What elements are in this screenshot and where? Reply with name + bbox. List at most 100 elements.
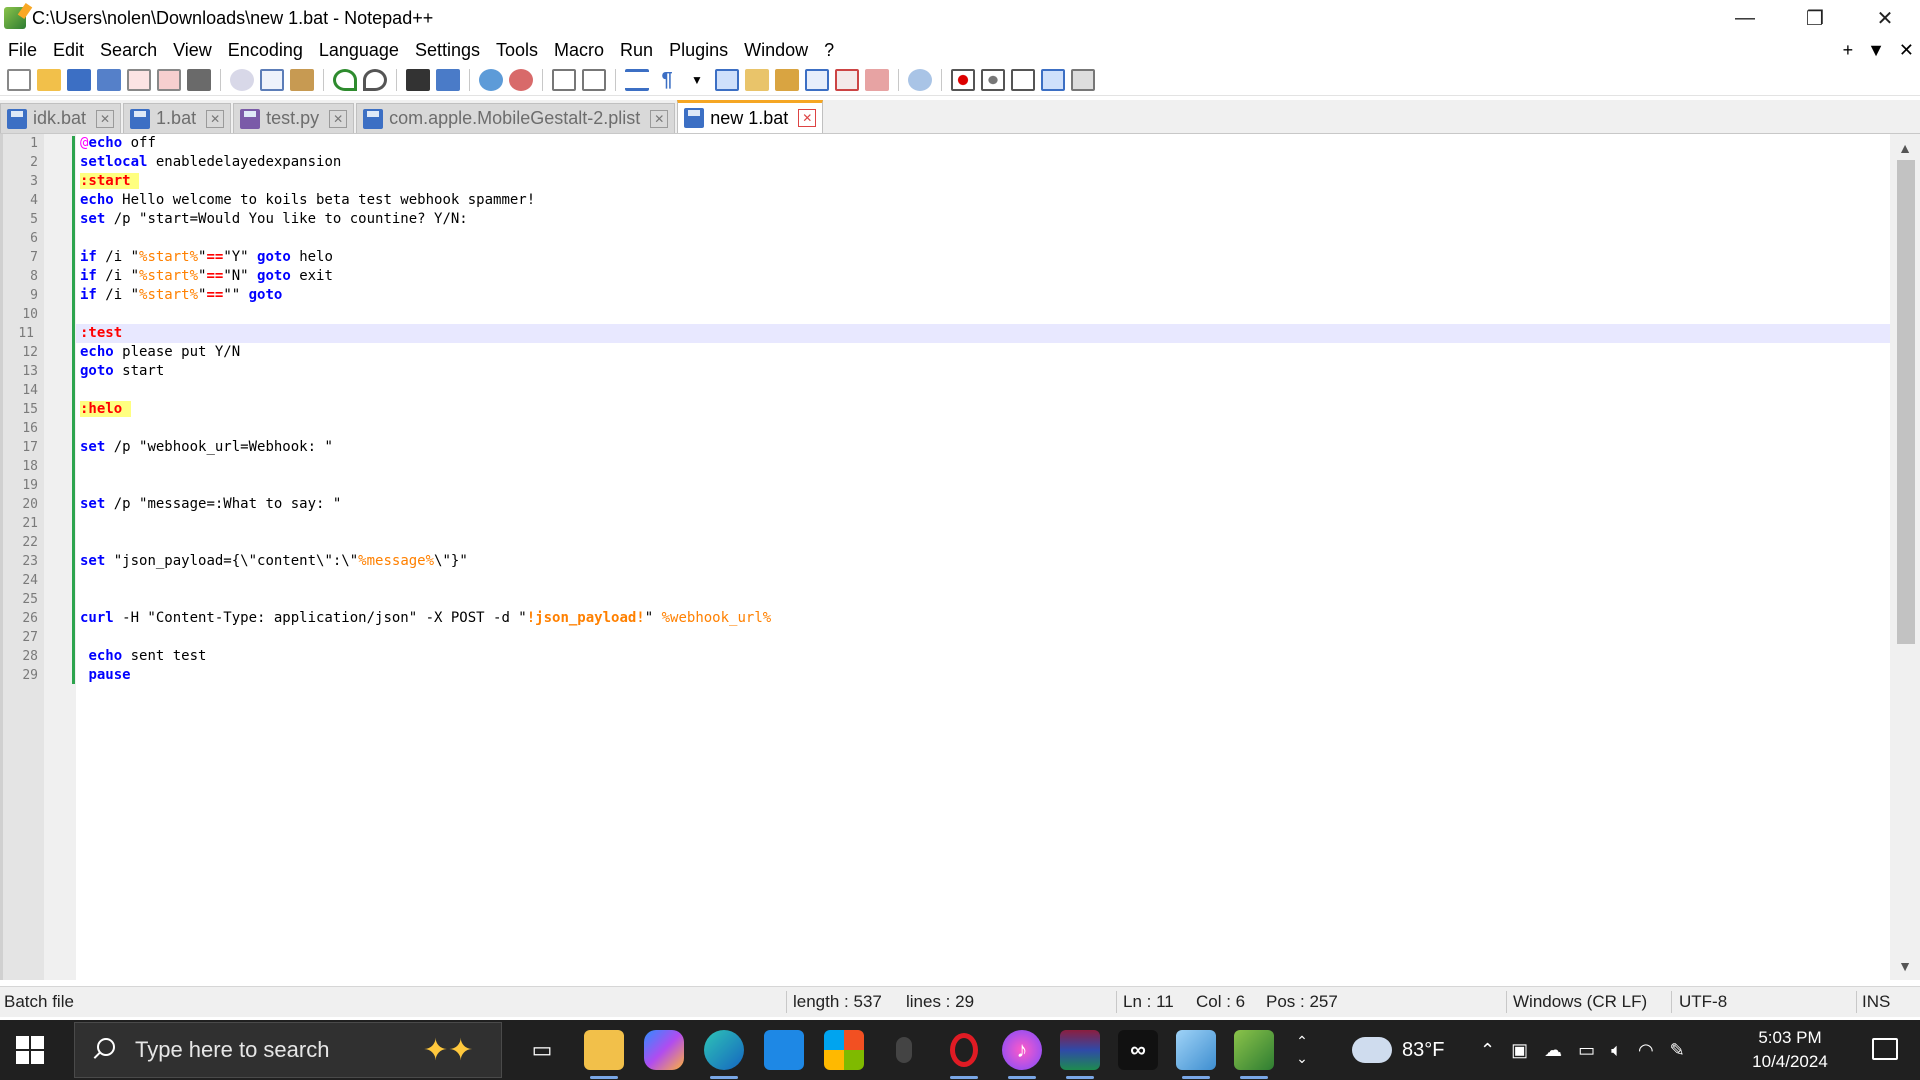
- close-file-icon[interactable]: [127, 68, 151, 91]
- menu-edit[interactable]: Edit: [45, 40, 92, 61]
- print-icon[interactable]: [187, 68, 211, 91]
- meta-icon[interactable]: ∞: [1118, 1030, 1158, 1070]
- code-line[interactable]: 5 set /p "start=Would You like to countin…: [30, 210, 1890, 229]
- pen-icon[interactable]: ✎: [1670, 1040, 1685, 1061]
- code-line[interactable]: 9 if /i "%start%"=="" goto: [30, 286, 1890, 305]
- code-line[interactable]: 28 echo sent test: [22, 647, 1890, 666]
- tab-close-icon[interactable]: ✕: [96, 109, 115, 128]
- tab-mobilegestalt-plist[interactable]: com.apple.MobileGestalt-2.plist ✕: [356, 103, 676, 133]
- copy-icon[interactable]: [260, 68, 284, 91]
- menu-encoding[interactable]: Encoding: [220, 40, 311, 61]
- menu-file[interactable]: File: [0, 40, 45, 61]
- redo-icon[interactable]: [363, 68, 387, 91]
- function-list-icon[interactable]: [835, 68, 859, 91]
- code-line[interactable]: 27: [22, 628, 1890, 647]
- code-line[interactable]: 2 setlocal enabledelayedexpansion: [30, 153, 1890, 172]
- taskbar-search-box[interactable]: Type here to search ✦✦: [74, 1022, 502, 1078]
- code-area[interactable]: 1 @echo off 2 setlocal enabledelayedexpansi…: [18, 134, 1890, 685]
- cut-icon[interactable]: [230, 68, 254, 91]
- code-line[interactable]: 7 if /i "%start%"=="Y" goto helo: [30, 248, 1890, 267]
- code-line[interactable]: 10: [22, 305, 1890, 324]
- meet-now-icon[interactable]: ▣: [1511, 1040, 1528, 1061]
- notification-icon[interactable]: [1872, 1038, 1898, 1060]
- show-hidden-icons-icon[interactable]: ⌃: [1480, 1040, 1495, 1061]
- sync-horizontal-icon[interactable]: [582, 68, 606, 91]
- undo-icon[interactable]: [333, 68, 357, 91]
- doc-list-icon[interactable]: [805, 68, 829, 91]
- menu-help[interactable]: ?: [816, 40, 842, 61]
- paste-icon[interactable]: [290, 68, 314, 91]
- indent-guide-icon[interactable]: [715, 68, 739, 91]
- code-line[interactable]: 29 pause: [22, 666, 1890, 685]
- menu-run[interactable]: Run: [612, 40, 661, 61]
- tab-idk-bat[interactable]: idk.bat ✕: [0, 103, 122, 133]
- code-line[interactable]: 23 set "json_payload={\"content\":\"%mess…: [22, 552, 1890, 571]
- minimize-button[interactable]: —: [1710, 0, 1780, 36]
- sync-vertical-icon[interactable]: [552, 68, 576, 91]
- tab-new-1-bat[interactable]: new 1.bat ✕: [677, 100, 824, 133]
- zoom-out-icon[interactable]: [509, 68, 533, 91]
- open-file-icon[interactable]: [37, 68, 61, 91]
- onedrive-icon[interactable]: ☁: [1544, 1040, 1562, 1061]
- weather-widget[interactable]: 83°F: [1352, 1020, 1444, 1080]
- record-macro-icon[interactable]: [951, 68, 975, 91]
- menu-settings[interactable]: Settings: [407, 40, 488, 61]
- code-line[interactable]: 15:helo: [22, 400, 1890, 419]
- user-language-icon[interactable]: [745, 68, 769, 91]
- monitoring-eye-icon[interactable]: [908, 68, 932, 91]
- windows-start-icon[interactable]: [16, 1036, 44, 1064]
- tab-close-icon[interactable]: ✕: [650, 109, 669, 128]
- code-line[interactable]: 21: [22, 514, 1890, 533]
- code-line[interactable]: 17 set /p "webhook_url=Webhook: ": [22, 438, 1890, 457]
- code-editor[interactable]: 1 @echo off 2 setlocal enabledelayedexpansi…: [0, 134, 1920, 980]
- folder-workspace-icon[interactable]: [865, 68, 889, 91]
- code-line[interactable]: 8 if /i "%start%"=="N" goto exit: [30, 267, 1890, 286]
- tab-close-icon[interactable]: ✕: [329, 109, 348, 128]
- tab-close-icon[interactable]: ✕: [206, 109, 225, 128]
- code-line[interactable]: 3:start: [30, 172, 1890, 191]
- battery-icon[interactable]: ▭: [1578, 1040, 1595, 1061]
- winrar-icon[interactable]: [1060, 1030, 1100, 1079]
- code-line[interactable]: 22: [22, 533, 1890, 552]
- code-line[interactable]: 19: [22, 476, 1890, 495]
- taskbar-clock[interactable]: 5:03 PM 10/4/2024: [1740, 1026, 1840, 1074]
- new-tab-icon[interactable]: +: [1843, 40, 1854, 61]
- run-macro-multiple-icon[interactable]: [1041, 68, 1065, 91]
- code-line[interactable]: 18: [22, 457, 1890, 476]
- opera-icon[interactable]: [944, 1030, 984, 1079]
- itunes-icon[interactable]: ♪: [1002, 1030, 1042, 1079]
- code-line[interactable]: 25: [22, 590, 1890, 609]
- save-icon[interactable]: [67, 68, 91, 91]
- menu-plugins[interactable]: Plugins: [661, 40, 736, 61]
- taskbar-scroll-icon[interactable]: ⌃ ⌄: [1290, 1020, 1314, 1080]
- scrollbar-thumb[interactable]: [1897, 160, 1915, 644]
- code-line[interactable]: 16: [22, 419, 1890, 438]
- close-all-icon[interactable]: [157, 68, 181, 91]
- doc-map-icon[interactable]: [775, 68, 799, 91]
- code-line[interactable]: 12 echo please put Y/N: [22, 343, 1890, 362]
- code-line[interactable]: 6: [30, 229, 1890, 248]
- code-line[interactable]: 13 goto start: [22, 362, 1890, 381]
- restore-button[interactable]: ❐: [1780, 0, 1850, 36]
- edge-icon[interactable]: [704, 1030, 744, 1079]
- app-icon[interactable]: [1176, 1030, 1216, 1079]
- show-all-chars-icon[interactable]: ¶: [655, 69, 679, 91]
- notepadpp-icon[interactable]: [1234, 1030, 1274, 1079]
- code-line[interactable]: 20 set /p "message=:What to say: ": [22, 495, 1890, 514]
- menu-macro[interactable]: Macro: [546, 40, 612, 61]
- copilot-icon[interactable]: [644, 1030, 684, 1070]
- file-explorer-icon[interactable]: [584, 1030, 624, 1079]
- dropdown-arrow-icon[interactable]: ▼: [685, 69, 709, 91]
- mail-icon[interactable]: [764, 1030, 804, 1070]
- close-doc-icon[interactable]: ✕: [1899, 40, 1914, 61]
- network-icon[interactable]: ◠: [1638, 1040, 1654, 1061]
- menu-view[interactable]: View: [165, 40, 220, 61]
- tab-test-py[interactable]: test.py ✕: [233, 103, 355, 133]
- code-line[interactable]: 11:test: [18, 324, 1890, 343]
- scroll-up-icon[interactable]: ▲: [1896, 138, 1914, 158]
- code-line[interactable]: 24: [22, 571, 1890, 590]
- store-icon[interactable]: [824, 1030, 864, 1070]
- code-line[interactable]: 26 curl -H "Content-Type: application/jso…: [22, 609, 1890, 628]
- close-button[interactable]: ✕: [1850, 0, 1920, 36]
- mouse-icon[interactable]: [884, 1030, 924, 1070]
